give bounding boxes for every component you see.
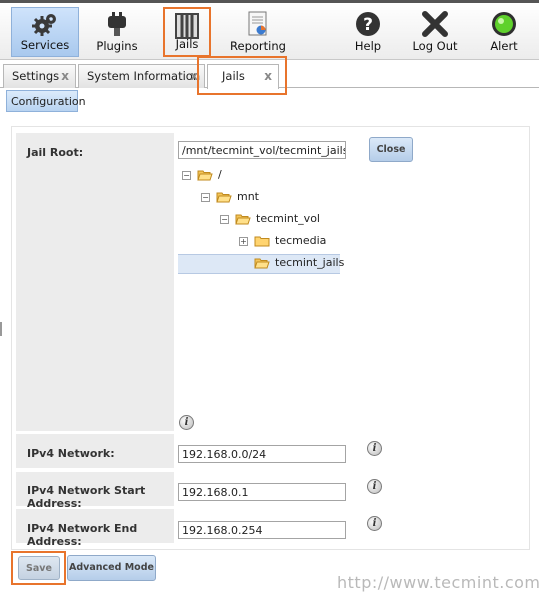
tree-node-label: mnt xyxy=(237,190,259,203)
alert-green-light-icon xyxy=(492,12,516,36)
folder-open-icon xyxy=(235,214,251,225)
folder-open-icon xyxy=(254,258,270,269)
toolbar-reporting-label: Reporting xyxy=(230,39,286,53)
tree-node-tecmint-jails[interactable]: tecmint_jails xyxy=(254,256,344,274)
jail-bars-icon xyxy=(175,13,199,39)
tree-node-label: tecmint_jails xyxy=(275,256,345,269)
toolbar-reporting[interactable]: Reporting xyxy=(225,7,291,57)
tree-node-tecmedia[interactable]: + tecmedia xyxy=(239,234,326,252)
collapse-icon[interactable]: − xyxy=(182,170,191,180)
toolbar-services[interactable]: Services xyxy=(11,7,79,57)
help-icon: ? xyxy=(356,12,380,36)
toolbar-jails[interactable]: Jails xyxy=(163,7,211,57)
ipv4-network-input[interactable]: 192.168.0.0/24 xyxy=(178,445,346,463)
info-icon[interactable]: i xyxy=(367,479,382,494)
configuration-button[interactable]: Configuration xyxy=(6,90,86,112)
tab-settings[interactable]: Settings x xyxy=(3,64,76,88)
toolbar-help[interactable]: ? Help xyxy=(348,7,388,57)
toolbar-alert-label: Alert xyxy=(490,39,518,53)
tree-node-mnt[interactable]: − mnt xyxy=(201,190,259,208)
tree-node-label: tecmedia xyxy=(275,234,327,247)
tree-node-root[interactable]: − / xyxy=(182,168,222,186)
jail-root-input[interactable]: /mnt/tecmint_vol/tecmint_jails xyxy=(178,141,346,159)
toolbar-help-label: Help xyxy=(354,39,382,53)
toolbar-plugins-label: Plugins xyxy=(96,39,138,53)
ipv4-end-label: IPv4 Network End Address: xyxy=(16,509,174,548)
close-browser-button[interactable]: Close xyxy=(369,137,413,162)
advanced-mode-button[interactable]: Advanced Mode xyxy=(67,555,156,581)
toolbar-services-label: Services xyxy=(20,38,70,52)
info-icon[interactable]: i xyxy=(179,415,194,430)
jail-root-label: Jail Root: xyxy=(16,133,174,431)
watermark: http://www.tecmint.com xyxy=(337,573,539,592)
sub-navigation: Configuration xyxy=(0,88,539,118)
folder-open-icon xyxy=(197,170,213,181)
tab-settings-label: Settings xyxy=(12,69,60,83)
gears-icon xyxy=(32,14,56,36)
resize-handle[interactable] xyxy=(0,322,2,336)
toolbar-jails-label: Jails xyxy=(175,37,199,51)
expand-icon[interactable]: + xyxy=(239,236,248,246)
ipv4-start-input[interactable]: 192.168.0.1 xyxy=(178,483,346,501)
folder-closed-icon xyxy=(254,236,270,247)
collapse-icon[interactable]: − xyxy=(201,192,210,202)
toolbar-logout-label: Log Out xyxy=(412,39,458,53)
info-icon[interactable]: i xyxy=(367,441,382,456)
tab-system-information[interactable]: System Information x xyxy=(78,64,205,88)
main-toolbar: Services Plugins Jails Reporting ? Help xyxy=(0,0,539,60)
ipv4-start-label: IPv4 Network Start Address: xyxy=(16,472,174,510)
logout-x-icon xyxy=(422,11,448,37)
plug-icon xyxy=(108,12,126,36)
svg-text:?: ? xyxy=(363,15,373,35)
close-tab-icon[interactable]: x xyxy=(61,69,69,83)
tree-node-label: / xyxy=(218,168,222,181)
tree-node-tecmint-vol[interactable]: − tecmint_vol xyxy=(220,212,320,230)
collapse-icon[interactable]: − xyxy=(220,214,229,224)
save-button[interactable]: Save xyxy=(18,556,60,580)
report-document-icon xyxy=(248,11,267,36)
tab-system-information-label: System Information xyxy=(87,69,201,83)
toolbar-logout[interactable]: Log Out xyxy=(409,7,461,57)
toolbar-plugins[interactable]: Plugins xyxy=(86,7,148,57)
tree-node-label: tecmint_vol xyxy=(256,212,320,225)
folder-open-icon xyxy=(216,192,232,203)
info-icon[interactable]: i xyxy=(367,516,382,531)
ipv4-end-input[interactable]: 192.168.0.254 xyxy=(178,521,346,539)
toolbar-alert[interactable]: Alert xyxy=(485,7,523,57)
ipv4-network-label: IPv4 Network: xyxy=(16,434,174,468)
